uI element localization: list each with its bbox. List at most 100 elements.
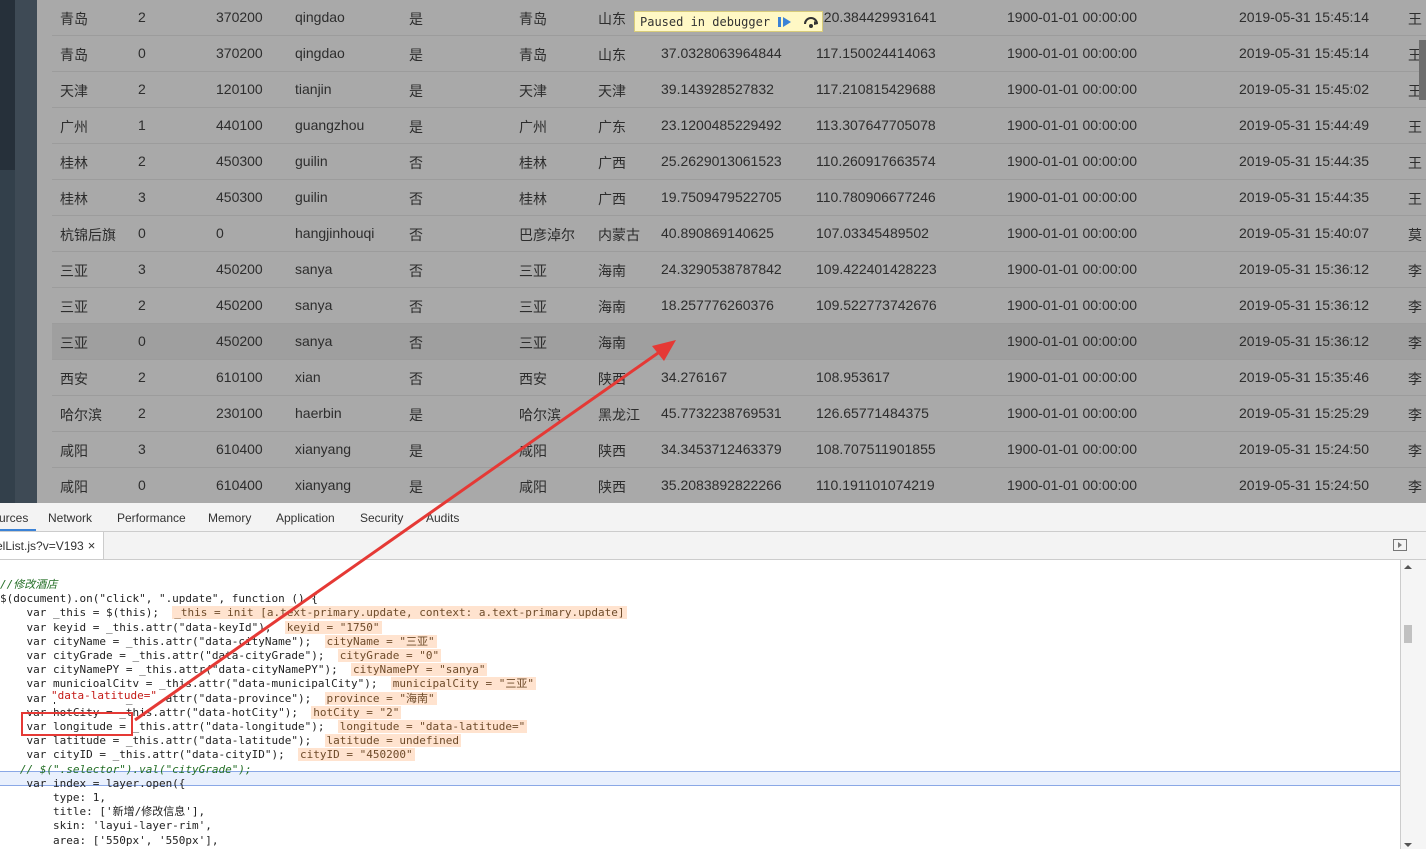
inline-value: _this = init [a.text-primary.update, con… xyxy=(172,606,627,620)
table-row[interactable]: 哈尔滨 2 230100 haerbin 是 哈尔滨 黑龙江 45.7732238769531… xyxy=(52,396,1426,432)
table-cell: 108.953617 xyxy=(816,369,890,385)
table-cell: 否 xyxy=(409,191,423,207)
table-cell: 450200 xyxy=(216,333,263,349)
table-cell: 王 xyxy=(1408,11,1422,27)
table-cell: 45.7732238769531 xyxy=(661,405,782,421)
code-text: var index = layer.open({ xyxy=(0,776,186,790)
table-cell: sanya xyxy=(295,261,333,277)
tab-network[interactable]: Network xyxy=(48,511,92,525)
table-cell: 126.65771484375 xyxy=(816,405,929,421)
code-text: title: ['新增/修改信息'], xyxy=(0,805,206,819)
table-cell: 广西 xyxy=(598,191,626,207)
table-row[interactable]: 三亚 3 450200 sanya 否 三亚 海南 24.3290538787842 109.4… xyxy=(52,252,1426,288)
inline-value: cityGrade = "0" xyxy=(337,649,442,662)
table-cell: 2 xyxy=(138,297,146,313)
table-cell: 咸阳 xyxy=(60,479,88,495)
table-cell: 李 xyxy=(1408,299,1422,315)
file-tab[interactable]: elList.js?v=V193 × xyxy=(0,532,105,559)
table-cell: 巴彦淖尔 xyxy=(519,227,575,243)
table-cell: 35.2083892822266 xyxy=(661,477,782,493)
table-cell: 否 xyxy=(409,371,423,387)
table-cell: 内蒙古 xyxy=(598,227,640,243)
table-cell: 天津 xyxy=(519,83,547,99)
table-cell: 2019-05-31 15:44:35 xyxy=(1239,189,1369,205)
table-cell: 25.2629013061523 xyxy=(661,153,782,169)
table-cell: 370200 xyxy=(216,9,263,25)
code-editor[interactable]: //修改酒店 $(document).on("click", ".update",… xyxy=(0,560,1400,849)
table-cell: 海南 xyxy=(598,299,626,315)
table-row[interactable]: 西安 2 610100 xian 否 西安 陕西 34.276167 108.953617 190… xyxy=(52,360,1426,396)
table-cell: 450200 xyxy=(216,297,263,313)
tab-audits[interactable]: Audits xyxy=(426,511,459,525)
table-cell: 107.03345489502 xyxy=(816,225,929,241)
table-cell: 1900-01-01 00:00:00 xyxy=(1007,405,1137,421)
tab-security[interactable]: Security xyxy=(360,511,403,525)
close-icon[interactable]: × xyxy=(88,538,96,553)
code-text: //修改酒店 xyxy=(0,578,58,591)
table-cell: 1900-01-01 00:00:00 xyxy=(1007,45,1137,61)
table-cell: 广西 xyxy=(598,155,626,171)
table-row[interactable]: 杭锦后旗 0 0 hangjinhouqi 否 巴彦淖尔 内蒙古 40.89086914062… xyxy=(52,216,1426,252)
code-line: var latitude = _this.attr("data-latitude… xyxy=(0,734,461,748)
resume-button[interactable] xyxy=(774,12,796,31)
table-cell: 桂林 xyxy=(519,191,547,207)
table-cell: 34.276167 xyxy=(661,369,728,385)
toggle-sidebar-icon[interactable] xyxy=(1393,539,1407,551)
table-cell: 1900-01-01 00:00:00 xyxy=(1007,369,1137,385)
table-row[interactable]: 三亚 0 450200 sanya 否 三亚 海南 1900-01-01 00:00:00 20… xyxy=(52,324,1426,360)
table-cell: 桂林 xyxy=(60,191,88,207)
table-cell: 2019-05-31 15:24:50 xyxy=(1239,477,1369,493)
table-row[interactable]: 咸阳 0 610400 xianyang 是 咸阳 陕西 35.2083892822266 11… xyxy=(52,468,1426,503)
table-cell: 杭锦后旗 xyxy=(60,227,116,243)
table-cell: xianyang xyxy=(295,441,352,457)
table-cell: 230100 xyxy=(216,405,263,421)
tab-sources[interactable]: urces xyxy=(0,511,28,525)
inline-value: latitude = undefined xyxy=(324,734,461,748)
table-cell: 2019-05-31 15:40:07 xyxy=(1239,225,1369,241)
table-cell: 1900-01-01 00:00:00 xyxy=(1007,477,1137,493)
table-cell: 19.7509479522705 xyxy=(661,189,782,205)
table-row[interactable]: 青岛 0 370200 qingdao 是 青岛 山东 37.0328063964844 117… xyxy=(52,36,1426,72)
code-line: area: ['550px', '550px'], xyxy=(0,834,219,848)
tab-performance[interactable]: Performance xyxy=(117,511,186,525)
table-row[interactable]: 广州 1 440100 guangzhou 是 广州 广东 23.1200485229492 1… xyxy=(52,108,1426,144)
table-cell: 34.3453712463379 xyxy=(661,441,782,457)
table-row[interactable]: 天津 2 120100 tianjin 是 天津 天津 39.143928527832 117.… xyxy=(52,72,1426,108)
table-cell: 咸阳 xyxy=(60,443,88,459)
table-cell: 哈尔滨 xyxy=(60,407,102,423)
table-cell: 是 xyxy=(409,407,423,423)
table-cell: 三亚 xyxy=(519,263,547,279)
table-row[interactable]: 三亚 2 450200 sanya 否 三亚 海南 18.257776260376 109.52… xyxy=(52,288,1426,324)
table-cell: 三亚 xyxy=(519,299,547,315)
table-row[interactable]: 桂林 2 450300 guilin 否 桂林 广西 25.2629013061523 110.… xyxy=(52,144,1426,180)
table-row[interactable]: 桂林 3 450300 guilin 否 桂林 广西 19.7509479522705 110.… xyxy=(52,180,1426,216)
table-cell: 广东 xyxy=(598,119,626,135)
table-cell: 2 xyxy=(138,405,146,421)
tab-application[interactable]: Application xyxy=(276,511,335,525)
table-cell: 110.191101074219 xyxy=(816,477,935,493)
step-over-button[interactable] xyxy=(800,12,822,31)
file-tab-bar: elList.js?v=V193 × xyxy=(0,532,1426,560)
table-cell: 1900-01-01 00:00:00 xyxy=(1007,9,1137,25)
paused-in-debugger-badge: Paused in debugger xyxy=(634,11,824,32)
table-cell: 是 xyxy=(409,119,423,135)
table-cell: 117.150024414063 xyxy=(816,45,936,61)
table-cell: 青岛 xyxy=(519,11,547,27)
table-cell: 李 xyxy=(1408,443,1422,459)
table-cell: sanya xyxy=(295,333,333,349)
code-line: title: ['新增/修改信息'], xyxy=(0,805,205,819)
tab-memory[interactable]: Memory xyxy=(208,511,251,525)
inline-value: cityNamePY = "sanya" xyxy=(351,663,488,677)
table-cell: 三亚 xyxy=(60,335,88,351)
table-cell: 陕西 xyxy=(598,371,626,387)
table-row[interactable]: 咸阳 3 610400 xianyang 是 咸阳 陕西 34.3453712463379 10… xyxy=(52,432,1426,468)
table-cell: 哈尔滨 xyxy=(519,407,561,423)
table-cell: 莫 xyxy=(1408,227,1422,243)
table-cell: 370200 xyxy=(216,45,263,61)
table-cell: 李 xyxy=(1408,263,1422,279)
table-cell: 2 xyxy=(138,81,146,97)
resume-icon xyxy=(778,16,792,27)
editor-scrollbar[interactable] xyxy=(1403,565,1413,849)
table-cell: 440100 xyxy=(216,117,263,133)
page-scrollbar[interactable] xyxy=(1419,40,1426,100)
